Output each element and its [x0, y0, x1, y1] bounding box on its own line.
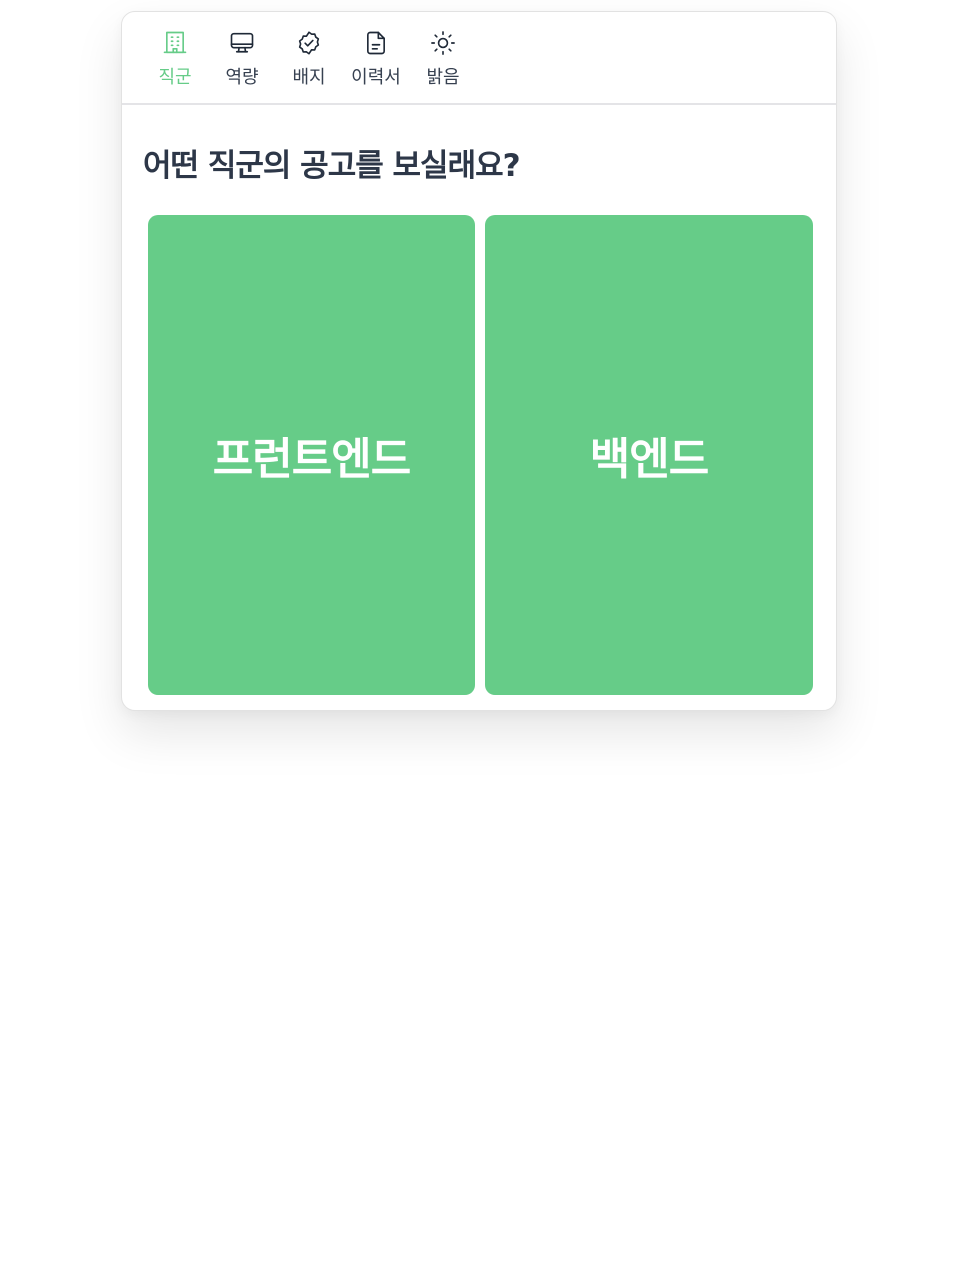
tab-resume[interactable]: 이력서 [344, 28, 408, 98]
tab-label: 역량 [225, 67, 259, 88]
choice-label: 백엔드 [589, 435, 709, 484]
theme-toggle-light[interactable]: 밝음 [411, 28, 475, 98]
sun-icon [428, 28, 458, 58]
monitor-icon [227, 28, 257, 58]
building-icon [160, 28, 190, 58]
badge-check-icon [294, 28, 324, 58]
tab-label: 이력서 [351, 67, 401, 88]
tab-skills[interactable]: 역량 [210, 28, 274, 98]
frontend-choice-button[interactable]: 프런트엔드 [148, 215, 475, 695]
page-title: 어떤 직군의 공고를 보실래요? [143, 148, 521, 184]
tab-badges[interactable]: 배지 [277, 28, 341, 98]
tab-label: 배지 [292, 67, 326, 88]
backend-choice-button[interactable]: 백엔드 [485, 215, 813, 695]
job-category-panel: 직군 역량 배지 이력서 밝음 어떤 직군의 공고를 보실래요? 프런트엔드 백… [121, 11, 837, 711]
document-icon [361, 28, 391, 58]
top-nav-bar: 직군 역량 배지 이력서 밝음 [122, 12, 836, 105]
tab-label: 직군 [158, 67, 192, 88]
tab-label: 밝음 [426, 67, 460, 88]
tab-job-category[interactable]: 직군 [143, 28, 207, 98]
choice-label: 프런트엔드 [212, 435, 411, 484]
